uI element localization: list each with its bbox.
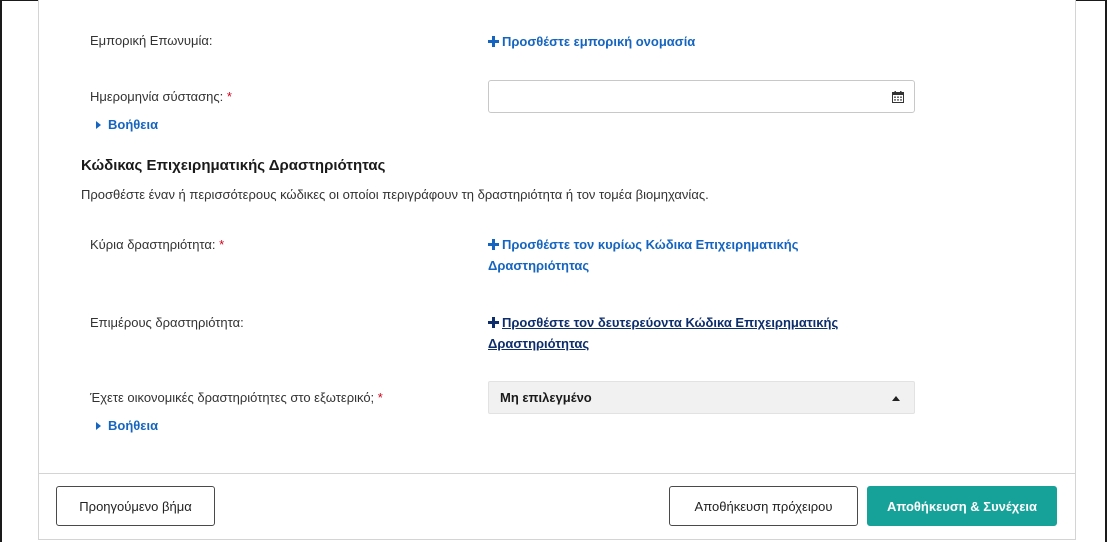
add-trade-name-link[interactable]: Προσθέστε εμπορική ονομασία [488,31,695,52]
caret-right-icon [96,121,101,129]
calendar-button[interactable] [881,81,914,112]
add-secondary-activity-code-link[interactable]: Προσθέστε τον δευτερεύοντα Κώδικα Επιχει… [488,312,908,354]
caret-up-icon [892,396,900,401]
main-activity-label: Κύρια δραστηριότητα: * [90,237,225,252]
select-value: Μη επιλεγμένο [500,390,592,405]
plus-icon [488,239,499,250]
trade-name-label: Εμπορική Επωνυμία: [90,33,213,48]
section-description: Προσθέστε έναν ή περισσότερους κώδικες ο… [81,187,709,202]
window-left-border [0,0,2,542]
founding-date-input[interactable] [488,80,915,113]
required-mark: * [219,237,225,252]
section-title: Κώδικας Επιχειρηματικής Δραστηριότητας [81,157,386,174]
foreign-activities-select[interactable]: Μη επιλεγμένο [488,381,915,414]
calendar-icon [891,90,904,103]
required-mark: * [377,390,383,405]
plus-icon [488,317,499,328]
foreign-activities-help-toggle[interactable]: Βοήθεια [96,418,158,433]
founding-date-help-toggle[interactable]: Βοήθεια [96,117,158,132]
founding-date-label: Ημερομηνία σύστασης: * [90,89,232,104]
save-draft-button[interactable]: Αποθήκευση πρόχειρου [669,486,858,526]
plus-icon [488,36,499,47]
caret-right-icon [96,422,101,430]
secondary-activity-label: Επιμέρους δραστηριότητα: [90,315,244,330]
footer-divider [38,473,1076,474]
foreign-activities-label: Έχετε οικονομικές δραστηριότητες στο εξω… [90,390,383,405]
required-mark: * [226,89,232,104]
add-main-activity-code-link[interactable]: Προσθέστε τον κυρίως Κώδικα Επιχειρηματι… [488,234,868,276]
previous-step-button[interactable]: Προηγούμενο βήμα [56,486,215,526]
save-continue-button[interactable]: Αποθήκευση & Συνέχεια [867,486,1057,526]
